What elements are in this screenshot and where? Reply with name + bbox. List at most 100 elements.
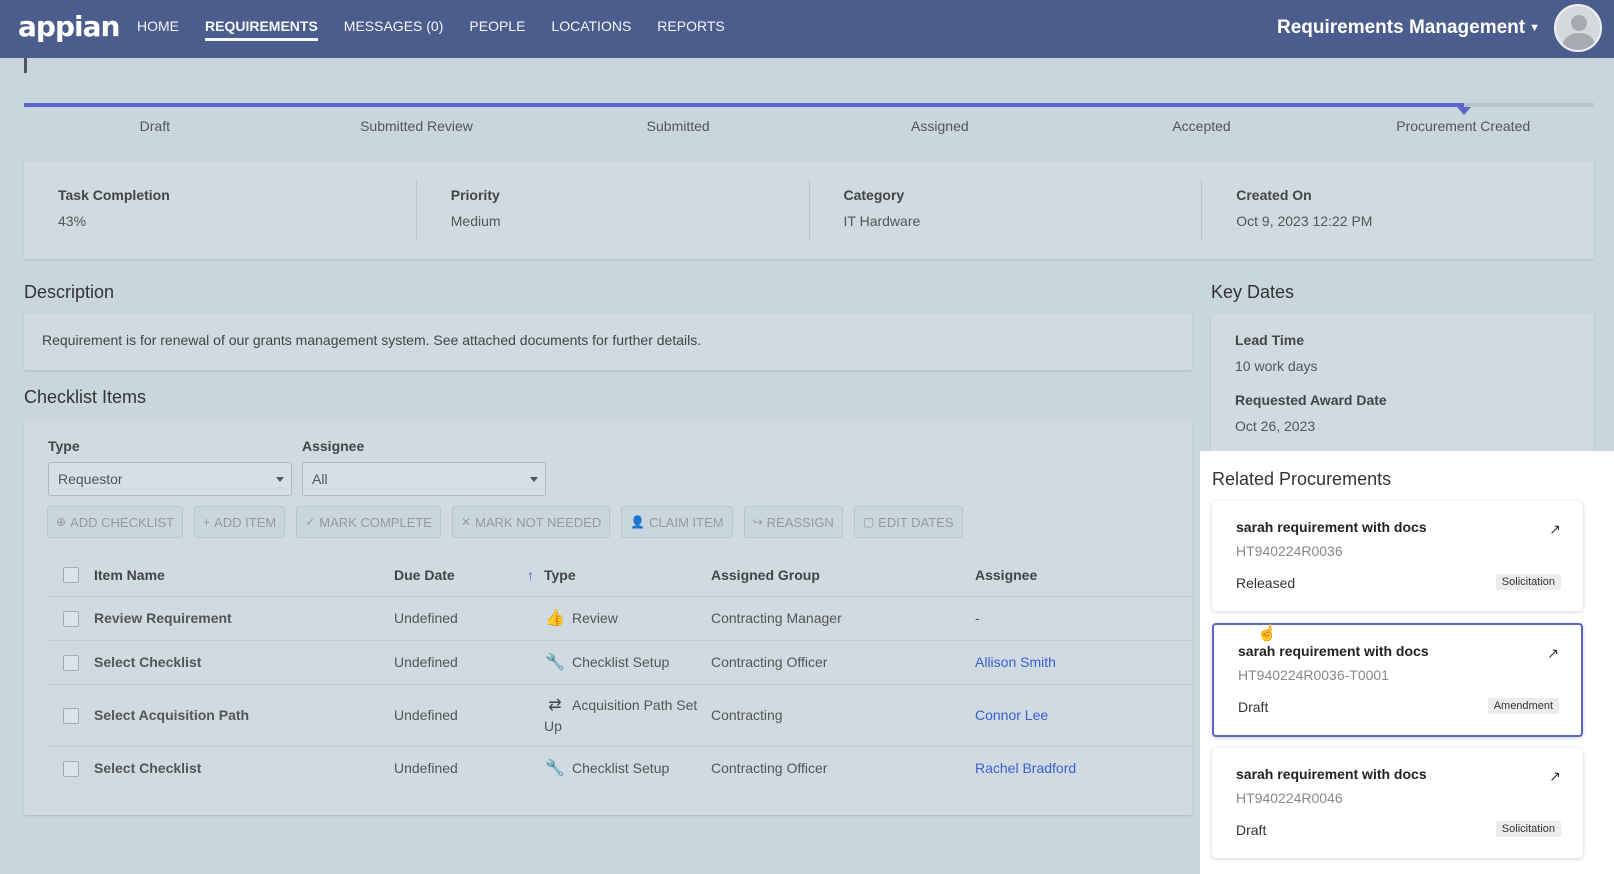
add-checklist-button[interactable]: ⊕ ADD CHECKLIST: [47, 506, 184, 538]
type-cell: 🔧 Checklist Setup: [544, 746, 711, 790]
row-checkbox[interactable]: [63, 654, 79, 671]
exchange-icon: ⇄: [548, 696, 562, 714]
assignee-filter-select[interactable]: All: [302, 462, 546, 496]
nav-locations[interactable]: LOCATIONS: [551, 18, 631, 41]
procurement-card[interactable]: sarah requirement with docs HT940224R003…: [1212, 501, 1583, 611]
item-name[interactable]: Review Requirement: [94, 596, 394, 641]
step-submitted-review: Submitted Review: [360, 118, 473, 134]
scroll-marker: [24, 58, 27, 73]
step-procurement-created: Procurement Created: [1396, 118, 1531, 134]
nav-people[interactable]: PEOPLE: [469, 18, 525, 41]
nav-requirements[interactable]: REQUIREMENTS: [205, 18, 318, 41]
type-cell: 🔧 Checklist Setup: [544, 640, 711, 685]
select-all-cell: [48, 554, 94, 597]
wrench-icon: 🔧: [545, 654, 565, 671]
col-type[interactable]: Type: [544, 554, 711, 597]
item-name[interactable]: Select Checklist: [94, 746, 394, 790]
assignee-link[interactable]: Allison Smith: [975, 654, 1056, 670]
summary-value: IT Hardware: [843, 213, 921, 229]
step-draft: Draft: [139, 118, 170, 134]
procurement-id: HT940224R0036: [1236, 543, 1343, 559]
summary-priority: Priority Medium: [417, 179, 810, 241]
col-assignee[interactable]: Assignee: [975, 554, 1192, 597]
appian-logo[interactable]: appian: [18, 10, 120, 43]
button-label: EDIT DATES: [878, 514, 954, 530]
procurement-title: sarah requirement with docs: [1238, 643, 1429, 659]
item-name[interactable]: Select Checklist: [94, 640, 394, 685]
due-date: Undefined: [394, 596, 544, 641]
assigned-group: Contracting: [711, 684, 975, 747]
summary-card: Task Completion 43% Priority Medium Cate…: [24, 161, 1594, 259]
step-assigned: Assigned: [911, 118, 969, 134]
wrench-icon: 🔧: [545, 760, 565, 778]
button-label: MARK COMPLETE: [319, 514, 432, 530]
button-label: MARK NOT NEEDED: [475, 514, 602, 530]
summary-label: Created On: [1236, 187, 1312, 203]
col-assigned-group[interactable]: Assigned Group: [711, 554, 975, 597]
row-checkbox[interactable]: [63, 707, 79, 724]
nav-reports[interactable]: REPORTS: [657, 18, 724, 41]
col-item-name[interactable]: Item Name: [94, 554, 394, 597]
col-due-date[interactable]: Due Date ↑: [394, 554, 544, 597]
app-switcher[interactable]: Requirements Management ▼: [1277, 17, 1540, 39]
app-name: Requirements Management: [1276, 17, 1526, 38]
thumbs-up-icon: 👍: [545, 610, 565, 627]
button-label: CLAIM ITEM: [649, 514, 724, 530]
procurement-status: Draft: [1236, 822, 1267, 838]
progress-steps: Draft Submitted Review Submitted Assigne…: [24, 118, 1594, 134]
step-accepted: Accepted: [1172, 118, 1231, 134]
external-link-icon[interactable]: ↗: [1547, 645, 1559, 662]
procurement-card[interactable]: sarah requirement with docs HT940224R004…: [1212, 748, 1583, 858]
step-submitted: Submitted: [646, 118, 710, 134]
external-link-icon[interactable]: ↗: [1549, 768, 1561, 785]
row-checkbox[interactable]: [63, 610, 79, 627]
checklist-table: Item Name Due Date ↑ Type Assigned Group …: [48, 554, 1192, 790]
type-label: Review: [572, 610, 618, 626]
summary-created-on: Created On Oct 9, 2023 12:22 PM: [1202, 179, 1594, 241]
assigned-group: Contracting Manager: [711, 596, 975, 641]
description-text: Requirement is for renewal of our grants…: [42, 332, 702, 348]
avatar-head-shape: [1571, 15, 1587, 31]
nav-home[interactable]: HOME: [137, 18, 179, 41]
calendar-icon: ▢: [862, 515, 875, 529]
row-select-cell: [48, 684, 94, 747]
lead-time-value: 10 work days: [1235, 358, 1318, 374]
nav-messages[interactable]: MESSAGES (0): [344, 18, 444, 41]
edit-dates-button[interactable]: ▢ EDIT DATES: [853, 506, 963, 538]
due-date: Undefined: [394, 760, 458, 777]
add-item-button[interactable]: + ADD ITEM: [194, 506, 286, 538]
external-link-icon[interactable]: ↗: [1549, 521, 1561, 538]
col-due-date-label: Due Date: [394, 566, 455, 583]
avatar[interactable]: [1554, 4, 1602, 52]
assignee: -: [975, 596, 1192, 641]
select-all-checkbox[interactable]: [63, 567, 79, 584]
button-label: ADD ITEM: [214, 514, 277, 530]
plus-circle-icon: ⊕: [56, 515, 67, 529]
assigned-group: Contracting Officer: [711, 640, 975, 685]
summary-value: Medium: [450, 213, 501, 229]
row-select-cell: [48, 596, 94, 641]
assignee-link[interactable]: Connor Lee: [975, 707, 1048, 723]
checklist-card: Type Requestor Assignee All ⊕ ADD CHECKLI…: [24, 419, 1192, 815]
assigned-group: Contracting Officer: [711, 760, 828, 777]
award-date-label: Requested Award Date: [1235, 392, 1387, 408]
claim-item-button[interactable]: 👤 CLAIM ITEM: [621, 506, 733, 538]
procurement-type-badge: Solicitation: [1495, 574, 1561, 590]
assignee-link[interactable]: Rachel Bradford: [975, 760, 1076, 776]
table-row: Select Checklist Undefined 🔧 Checklist Se…: [48, 640, 1192, 685]
item-name[interactable]: Select Acquisition Path: [94, 684, 394, 747]
summary-value: Oct 9, 2023 12:22 PM: [1236, 213, 1373, 229]
sort-ascending-icon[interactable]: ↑: [527, 567, 534, 583]
row-checkbox[interactable]: [63, 760, 79, 777]
type-cell: ⇄ Acquisition Path Set Up: [544, 684, 711, 747]
reassign-button[interactable]: ↪ REASSIGN: [743, 506, 843, 538]
type-filter-value: Requestor: [58, 471, 123, 487]
mark-complete-button[interactable]: ✓ MARK COMPLETE: [296, 506, 441, 538]
procurement-status: Draft: [1238, 699, 1269, 715]
type-label: Checklist Setup: [572, 760, 670, 777]
related-procurements-heading: Related Procurements: [1212, 469, 1392, 489]
type-label: Checklist Setup: [572, 654, 670, 670]
mark-not-needed-button[interactable]: ✕ MARK NOT NEEDED: [451, 506, 611, 538]
type-filter-select[interactable]: Requestor: [48, 462, 292, 496]
status-progress-bar: [24, 103, 1594, 115]
